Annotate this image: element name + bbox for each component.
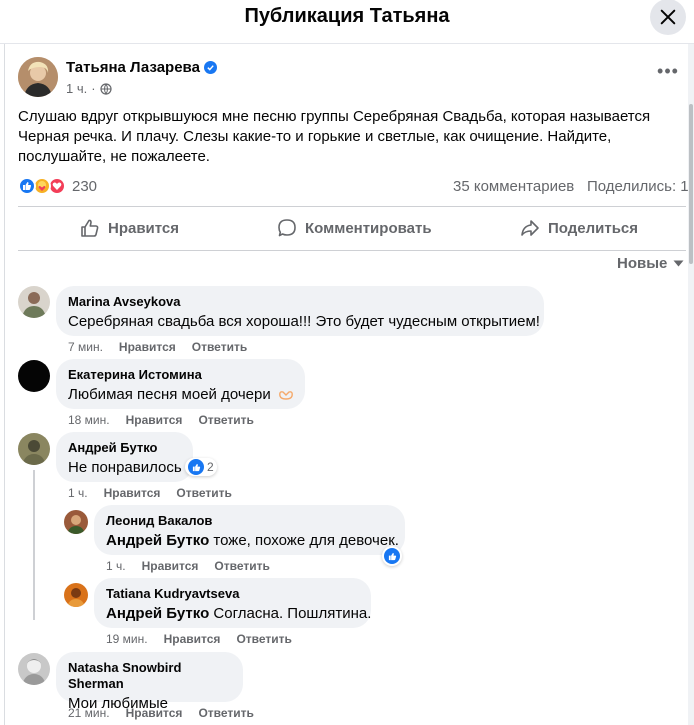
commenter-avatar[interactable] <box>18 286 50 318</box>
caret-down-icon <box>673 260 684 267</box>
commenter-avatar[interactable] <box>18 433 50 465</box>
comment-like-button[interactable]: Нравится <box>126 706 183 720</box>
mention-link[interactable]: Андрей Бутко <box>106 532 209 549</box>
comment-text-row: Любимая песня моей дочери <box>68 385 293 405</box>
comment-reactions-count: 2 <box>207 460 214 474</box>
comment-reply-button[interactable]: Ответить <box>176 486 231 500</box>
replier-avatar[interactable] <box>64 510 88 534</box>
comment-bubble: Marina Avseykova Серебряная свадьба вся … <box>56 286 544 336</box>
comment-text: Серебряная свадьба вся хороша!!! Это буд… <box>68 313 540 330</box>
post-more-options-button[interactable]: ••• <box>654 61 682 84</box>
close-button[interactable] <box>650 0 686 35</box>
reply-like-button[interactable]: Нравится <box>164 632 221 646</box>
divider <box>18 250 686 251</box>
author-avatar[interactable] <box>18 57 58 97</box>
globe-icon <box>99 82 112 95</box>
replier-name[interactable]: Леонид Вакалов <box>106 513 393 529</box>
reply-meta: 1 ч. Нравится Ответить <box>106 559 270 573</box>
scrollbar[interactable] <box>688 44 694 725</box>
reply-text-row: Андрей Бутко тоже, похоже для девочек. <box>106 531 399 551</box>
sort-label: Новые <box>617 255 668 272</box>
reply-reply-button[interactable]: Ответить <box>214 559 269 573</box>
commenter-name[interactable]: Андрей Бутко <box>68 440 181 456</box>
replier-name[interactable]: Tatiana Kudryavtseva <box>106 586 359 602</box>
comment-time[interactable]: 7 мин. <box>68 340 103 354</box>
comment-bubble-icon <box>278 219 296 237</box>
comment-text: Любимая песня моей дочери <box>68 386 271 403</box>
comment-reply-button[interactable]: Ответить <box>192 340 247 354</box>
comment-meta: 7 мин. Нравится Ответить <box>68 340 247 354</box>
comment-text: Не понравилось <box>68 459 182 476</box>
comment-reply-button[interactable]: Ответить <box>198 706 253 720</box>
like-icon <box>18 177 36 195</box>
commenter-name[interactable]: Екатерина Истомина <box>68 367 293 383</box>
reply-time[interactable]: 19 мин. <box>106 632 148 646</box>
comment-like-button[interactable]: Нравится <box>126 413 183 427</box>
commenter-name[interactable]: Natasha Snowbird Sherman <box>68 660 231 692</box>
commenter-name[interactable]: Marina Avseykova <box>68 294 532 310</box>
comment-meta: 18 мин. Нравится Ответить <box>68 413 254 427</box>
author-name[interactable]: Татьяна Лазарева <box>66 59 217 76</box>
comment-like-button[interactable]: Нравится <box>119 340 176 354</box>
comment-time[interactable]: 18 мин. <box>68 413 110 427</box>
share-button-label: Поделиться <box>548 219 639 237</box>
commenter-avatar[interactable] <box>18 360 50 392</box>
comment-time[interactable]: 21 мин. <box>68 706 110 720</box>
like-button-label: Нравится <box>108 219 180 237</box>
heart-hands-icon <box>279 391 293 400</box>
more-dots-icon: ••• <box>657 61 679 81</box>
comment-meta: 1 ч. Нравится Ответить <box>68 486 232 500</box>
like-button[interactable]: Нравится <box>80 212 179 244</box>
share-button[interactable]: Поделиться <box>520 212 638 244</box>
verified-badge-icon <box>203 61 217 74</box>
reply-reactions-badge[interactable] <box>382 546 402 566</box>
comment-button[interactable]: Комментировать <box>277 212 432 244</box>
scrollbar-thumb[interactable] <box>689 104 693 264</box>
comment-bubble: Екатерина Истомина Любимая песня моей до… <box>56 359 305 409</box>
like-icon <box>188 459 204 475</box>
reply-reply-button[interactable]: Ответить <box>236 632 291 646</box>
reply-like-button[interactable]: Нравится <box>142 559 199 573</box>
comment-button-label: Комментировать <box>305 219 432 237</box>
comment-bubble: Андрей Бутко Не понравилось <box>56 432 193 482</box>
share-arrow-icon <box>521 220 539 236</box>
thumbs-up-icon <box>81 219 99 237</box>
close-icon <box>660 9 676 25</box>
post-text: Слушаю вдруг открывшуюся мне песню групп… <box>18 108 651 165</box>
reply-meta: 19 мин. Нравится Ответить <box>106 632 292 646</box>
comment-sort-dropdown[interactable]: Новые <box>617 255 684 272</box>
comment-meta: 21 мин. Нравится Ответить <box>68 706 254 720</box>
comment-time[interactable]: 1 ч. <box>68 486 88 500</box>
reactions-summary[interactable]: 230 <box>18 177 97 195</box>
like-icon <box>384 548 400 564</box>
reply-text: тоже, похоже для девочек. <box>209 532 399 549</box>
replier-avatar[interactable] <box>64 583 88 607</box>
comments-count[interactable]: 35 комментариев <box>453 178 574 195</box>
commenter-avatar[interactable] <box>18 653 50 685</box>
divider <box>18 206 686 207</box>
reply-bubble: Леонид Вакалов Андрей Бутко тоже, похоже… <box>94 505 405 555</box>
comment-reactions-badge[interactable]: 2 <box>185 458 217 476</box>
post-time[interactable]: 1 ч. <box>66 81 87 96</box>
reactions-count[interactable]: 230 <box>72 178 97 195</box>
post-meta: 1 ч. · <box>66 81 112 96</box>
comment-bubble: Natasha Snowbird Sherman Мои любимые <box>56 652 243 712</box>
meta-separator: · <box>91 81 96 96</box>
author-name-text[interactable]: Татьяна Лазарева <box>66 59 200 76</box>
reply-bubble: Tatiana Kudryavtseva Андрей Бутко Соглас… <box>94 578 371 628</box>
comment-like-button[interactable]: Нравится <box>104 486 161 500</box>
comment-reply-button[interactable]: Ответить <box>198 413 253 427</box>
reply-text: Согласна. Пошлятина. <box>209 605 372 622</box>
shares-count[interactable]: Поделились: 1 <box>587 178 689 195</box>
mention-link[interactable]: Андрей Бутко <box>106 605 209 622</box>
dialog-title: Публикация Татьяна <box>244 5 450 27</box>
thread-connector <box>33 470 35 620</box>
dialog-header: Публикация Татьяна <box>0 0 694 44</box>
reply-text-row: Андрей Бутко Согласна. Пошлятина. <box>106 604 371 624</box>
reply-time[interactable]: 1 ч. <box>106 559 126 573</box>
